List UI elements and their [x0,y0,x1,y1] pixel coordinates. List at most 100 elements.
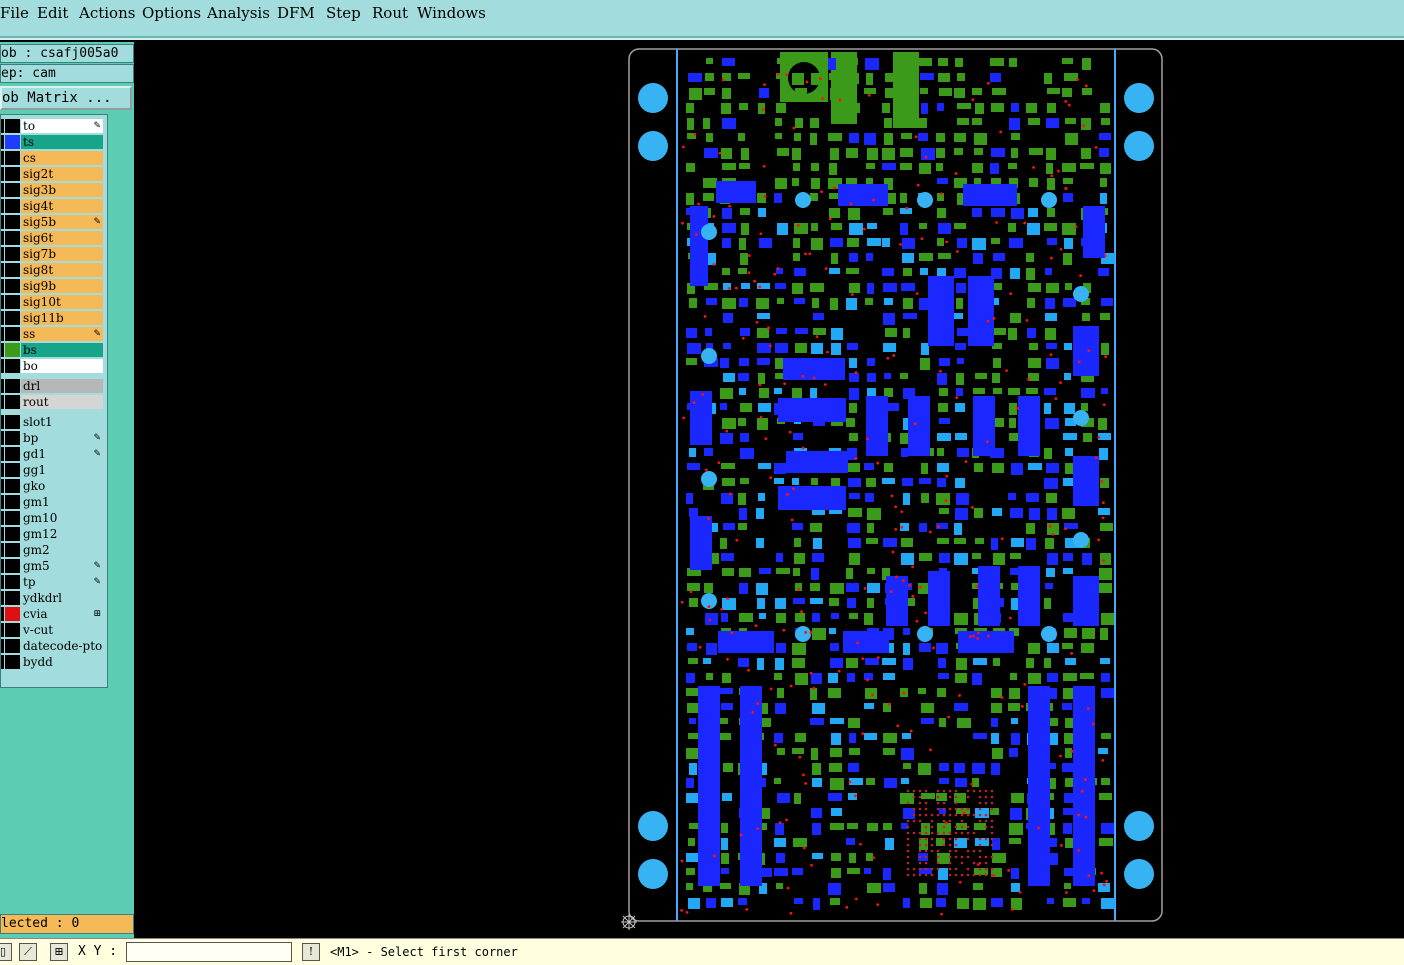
layer-row-ts[interactable]: ts [1,135,105,149]
layer-name[interactable]: sig2t [21,167,103,181]
layer-name[interactable]: gm12 [21,527,103,541]
layer-name[interactable]: gm5 ✎ [21,559,103,573]
layer-name[interactable]: sig4t [21,199,103,213]
layer-name[interactable]: slot1 [21,415,103,429]
layer-color-swatch[interactable] [5,543,20,557]
layer-checkbox[interactable] [1,327,4,341]
layer-row-bo[interactable]: bo [1,359,105,373]
layer-checkbox[interactable] [1,447,4,461]
layer-row-sig7b[interactable]: sig7b [1,247,105,261]
layer-color-swatch[interactable] [5,511,20,525]
layer-checkbox[interactable] [1,559,4,573]
layer-name[interactable]: ts [21,135,103,149]
layer-name[interactable]: sig6t [21,231,103,245]
layer-row-sig11b[interactable]: sig11b [1,311,105,325]
layer-color-swatch[interactable] [5,135,20,149]
graphic-view[interactable] [134,40,1404,938]
layer-checkbox[interactable] [1,415,4,429]
layer-color-swatch[interactable] [5,247,20,261]
xy-input[interactable] [126,942,292,962]
layer-row-gm10[interactable]: gm10 [1,511,105,525]
layer-color-swatch[interactable] [5,279,20,293]
layer-row-sig9b[interactable]: sig9b [1,279,105,293]
snap-icon[interactable]: ⟋ [19,943,37,961]
menu-windows[interactable]: Windows [417,4,486,22]
layer-color-swatch[interactable] [5,655,20,669]
layer-checkbox[interactable] [1,543,4,557]
layer-row-to[interactable]: to ✎ [1,119,105,133]
layer-color-swatch[interactable] [5,527,20,541]
layer-color-swatch[interactable] [5,167,20,181]
layer-checkbox[interactable] [1,607,4,621]
layer-row-v-cut[interactable]: v-cut [1,623,105,637]
layer-row-rout[interactable]: rout [1,395,105,409]
layer-row-bp[interactable]: bp ✎ [1,431,105,445]
layer-color-swatch[interactable] [5,119,20,133]
layer-checkbox[interactable] [1,655,4,669]
layer-row-sig10t[interactable]: sig10t [1,295,105,309]
layer-name[interactable]: bp ✎ [21,431,103,445]
layer-row-gd1[interactable]: gd1 ✎ [1,447,105,461]
layer-checkbox[interactable] [1,623,4,637]
layer-name[interactable]: tp ✎ [21,575,103,589]
menu-rout[interactable]: Rout [372,4,408,22]
layer-row-gko[interactable]: gko [1,479,105,493]
layer-color-swatch[interactable] [5,215,20,229]
menu-options[interactable]: Options [142,4,201,22]
layer-checkbox[interactable] [1,167,4,181]
layer-color-swatch[interactable] [5,479,20,493]
layer-color-swatch[interactable] [5,263,20,277]
layer-row-datecode-pto[interactable]: datecode-pto [1,639,105,653]
menu-step[interactable]: Step [326,4,361,22]
layer-checkbox[interactable] [1,511,4,525]
layer-color-swatch[interactable] [5,327,20,341]
layer-color-swatch[interactable] [5,343,20,357]
layer-name[interactable]: cs [21,151,103,165]
layer-checkbox[interactable] [1,495,4,509]
layer-color-swatch[interactable] [5,431,20,445]
layer-checkbox[interactable] [1,263,4,277]
layer-checkbox[interactable] [1,479,4,493]
layer-checkbox[interactable] [1,379,4,393]
layer-row-bs[interactable]: bs [1,343,105,357]
layer-row-drl[interactable]: drl [1,379,105,393]
ruler-icon[interactable]: ▯ [0,943,12,961]
layer-name[interactable]: rout [21,395,103,409]
layer-checkbox[interactable] [1,575,4,589]
layer-checkbox[interactable] [1,311,4,325]
layer-checkbox[interactable] [1,343,4,357]
layer-name[interactable]: drl [21,379,103,393]
layer-color-swatch[interactable] [5,447,20,461]
layer-color-swatch[interactable] [5,639,20,653]
layer-row-gm1[interactable]: gm1 [1,495,105,509]
layer-row-ydkdrl[interactable]: ydkdrl [1,591,105,605]
layer-row-gm5[interactable]: gm5 ✎ [1,559,105,573]
job-matrix-button[interactable]: ob Matrix ... [0,86,132,110]
layer-row-cvia[interactable]: cvia ⊞ [1,607,105,621]
layer-checkbox[interactable] [1,639,4,653]
layer-name[interactable]: gm1 [21,495,103,509]
layer-row-gm2[interactable]: gm2 [1,543,105,557]
layer-name[interactable]: datecode-pto [21,639,103,653]
layer-row-ss[interactable]: ss ✎ [1,327,105,341]
layer-name[interactable]: ss ✎ [21,327,103,341]
layer-name[interactable]: bo [21,359,103,373]
layer-checkbox[interactable] [1,215,4,229]
layer-color-swatch[interactable] [5,311,20,325]
layer-name[interactable]: gm10 [21,511,103,525]
layer-row-sig5b[interactable]: sig5b ✎ [1,215,105,229]
layer-checkbox[interactable] [1,591,4,605]
layer-row-gg1[interactable]: gg1 [1,463,105,477]
layer-color-swatch[interactable] [5,183,20,197]
layer-color-swatch[interactable] [5,295,20,309]
layer-checkbox[interactable] [1,151,4,165]
layer-name[interactable]: sig9b [21,279,103,293]
layer-name[interactable]: sig3b [21,183,103,197]
layer-color-swatch[interactable] [5,231,20,245]
layer-checkbox[interactable] [1,359,4,373]
layer-name[interactable]: sig7b [21,247,103,261]
grid-icon[interactable]: ⊞ [50,943,68,961]
layer-name[interactable]: gm2 [21,543,103,557]
layer-color-swatch[interactable] [5,359,20,373]
layer-checkbox[interactable] [1,119,4,133]
